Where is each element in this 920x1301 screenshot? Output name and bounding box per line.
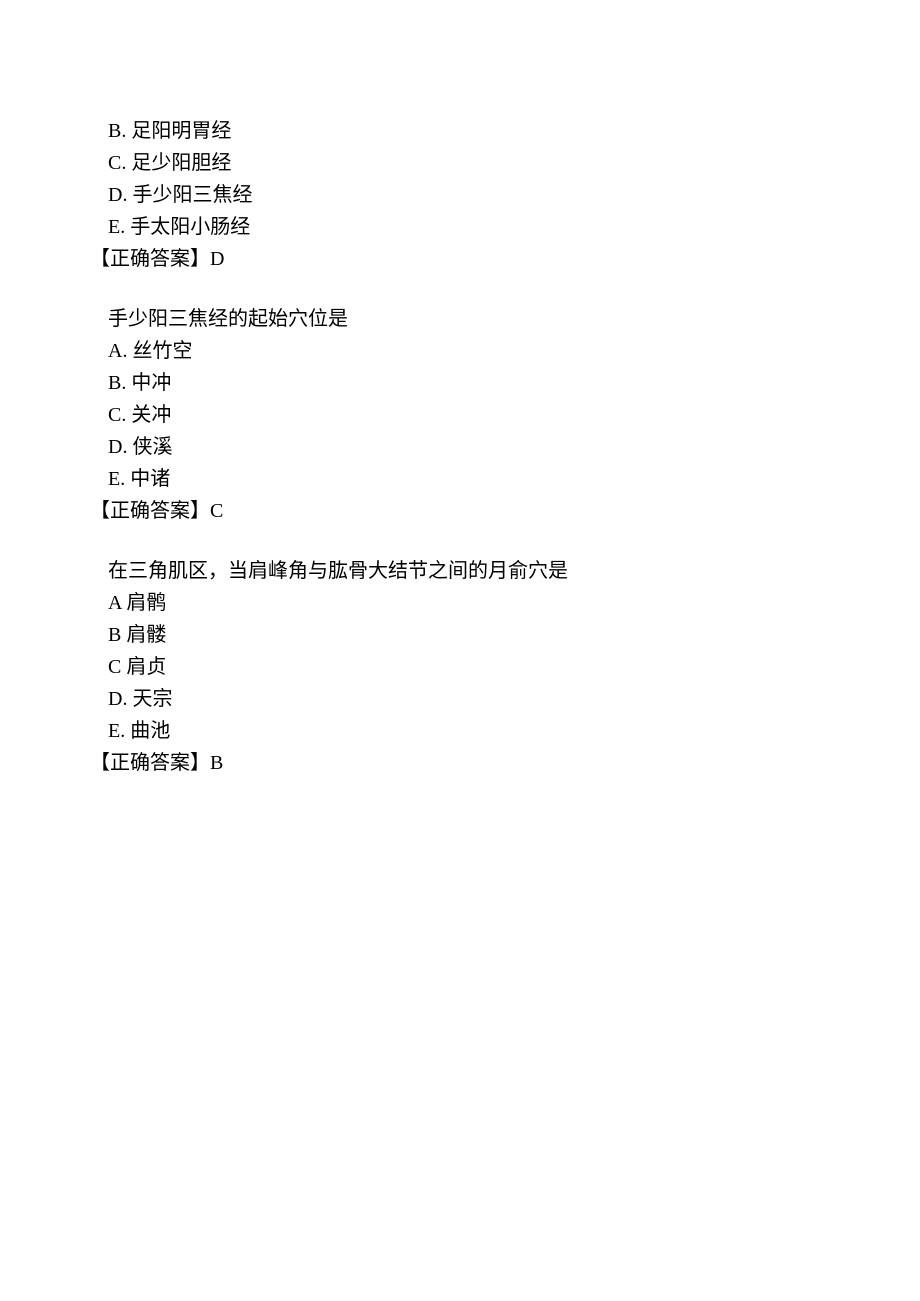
question-text: 手少阳三焦经的起始穴位是 <box>90 303 830 335</box>
option-d: D. 天宗 <box>90 683 830 715</box>
answer-text: 【正确答案】B <box>90 747 830 779</box>
option-e: E. 中诸 <box>90 463 830 495</box>
option-b: B. 中冲 <box>90 367 830 399</box>
question-block-2: 手少阳三焦经的起始穴位是 A. 丝竹空 B. 中冲 C. 关冲 D. 侠溪 E.… <box>90 303 830 527</box>
option-c: C 肩贞 <box>90 651 830 683</box>
option-c: C. 关冲 <box>90 399 830 431</box>
option-c: C. 足少阳胆经 <box>90 147 830 179</box>
option-d: D. 手少阳三焦经 <box>90 179 830 211</box>
option-e: E. 曲池 <box>90 715 830 747</box>
option-b: B 肩髅 <box>90 619 830 651</box>
question-text: 在三角肌区，当肩峰角与肱骨大结节之间的月俞穴是 <box>90 555 830 587</box>
option-a: A. 丝竹空 <box>90 335 830 367</box>
option-b: B. 足阳明胃经 <box>90 115 830 147</box>
option-d: D. 侠溪 <box>90 431 830 463</box>
answer-text: 【正确答案】C <box>90 495 830 527</box>
answer-text: 【正确答案】D <box>90 243 830 275</box>
option-a: A 肩鹘 <box>90 587 830 619</box>
question-block-3: 在三角肌区，当肩峰角与肱骨大结节之间的月俞穴是 A 肩鹘 B 肩髅 C 肩贞 D… <box>90 555 830 779</box>
option-e: E. 手太阳小肠经 <box>90 211 830 243</box>
question-block-1: B. 足阳明胃经 C. 足少阳胆经 D. 手少阳三焦经 E. 手太阳小肠经 【正… <box>90 115 830 275</box>
